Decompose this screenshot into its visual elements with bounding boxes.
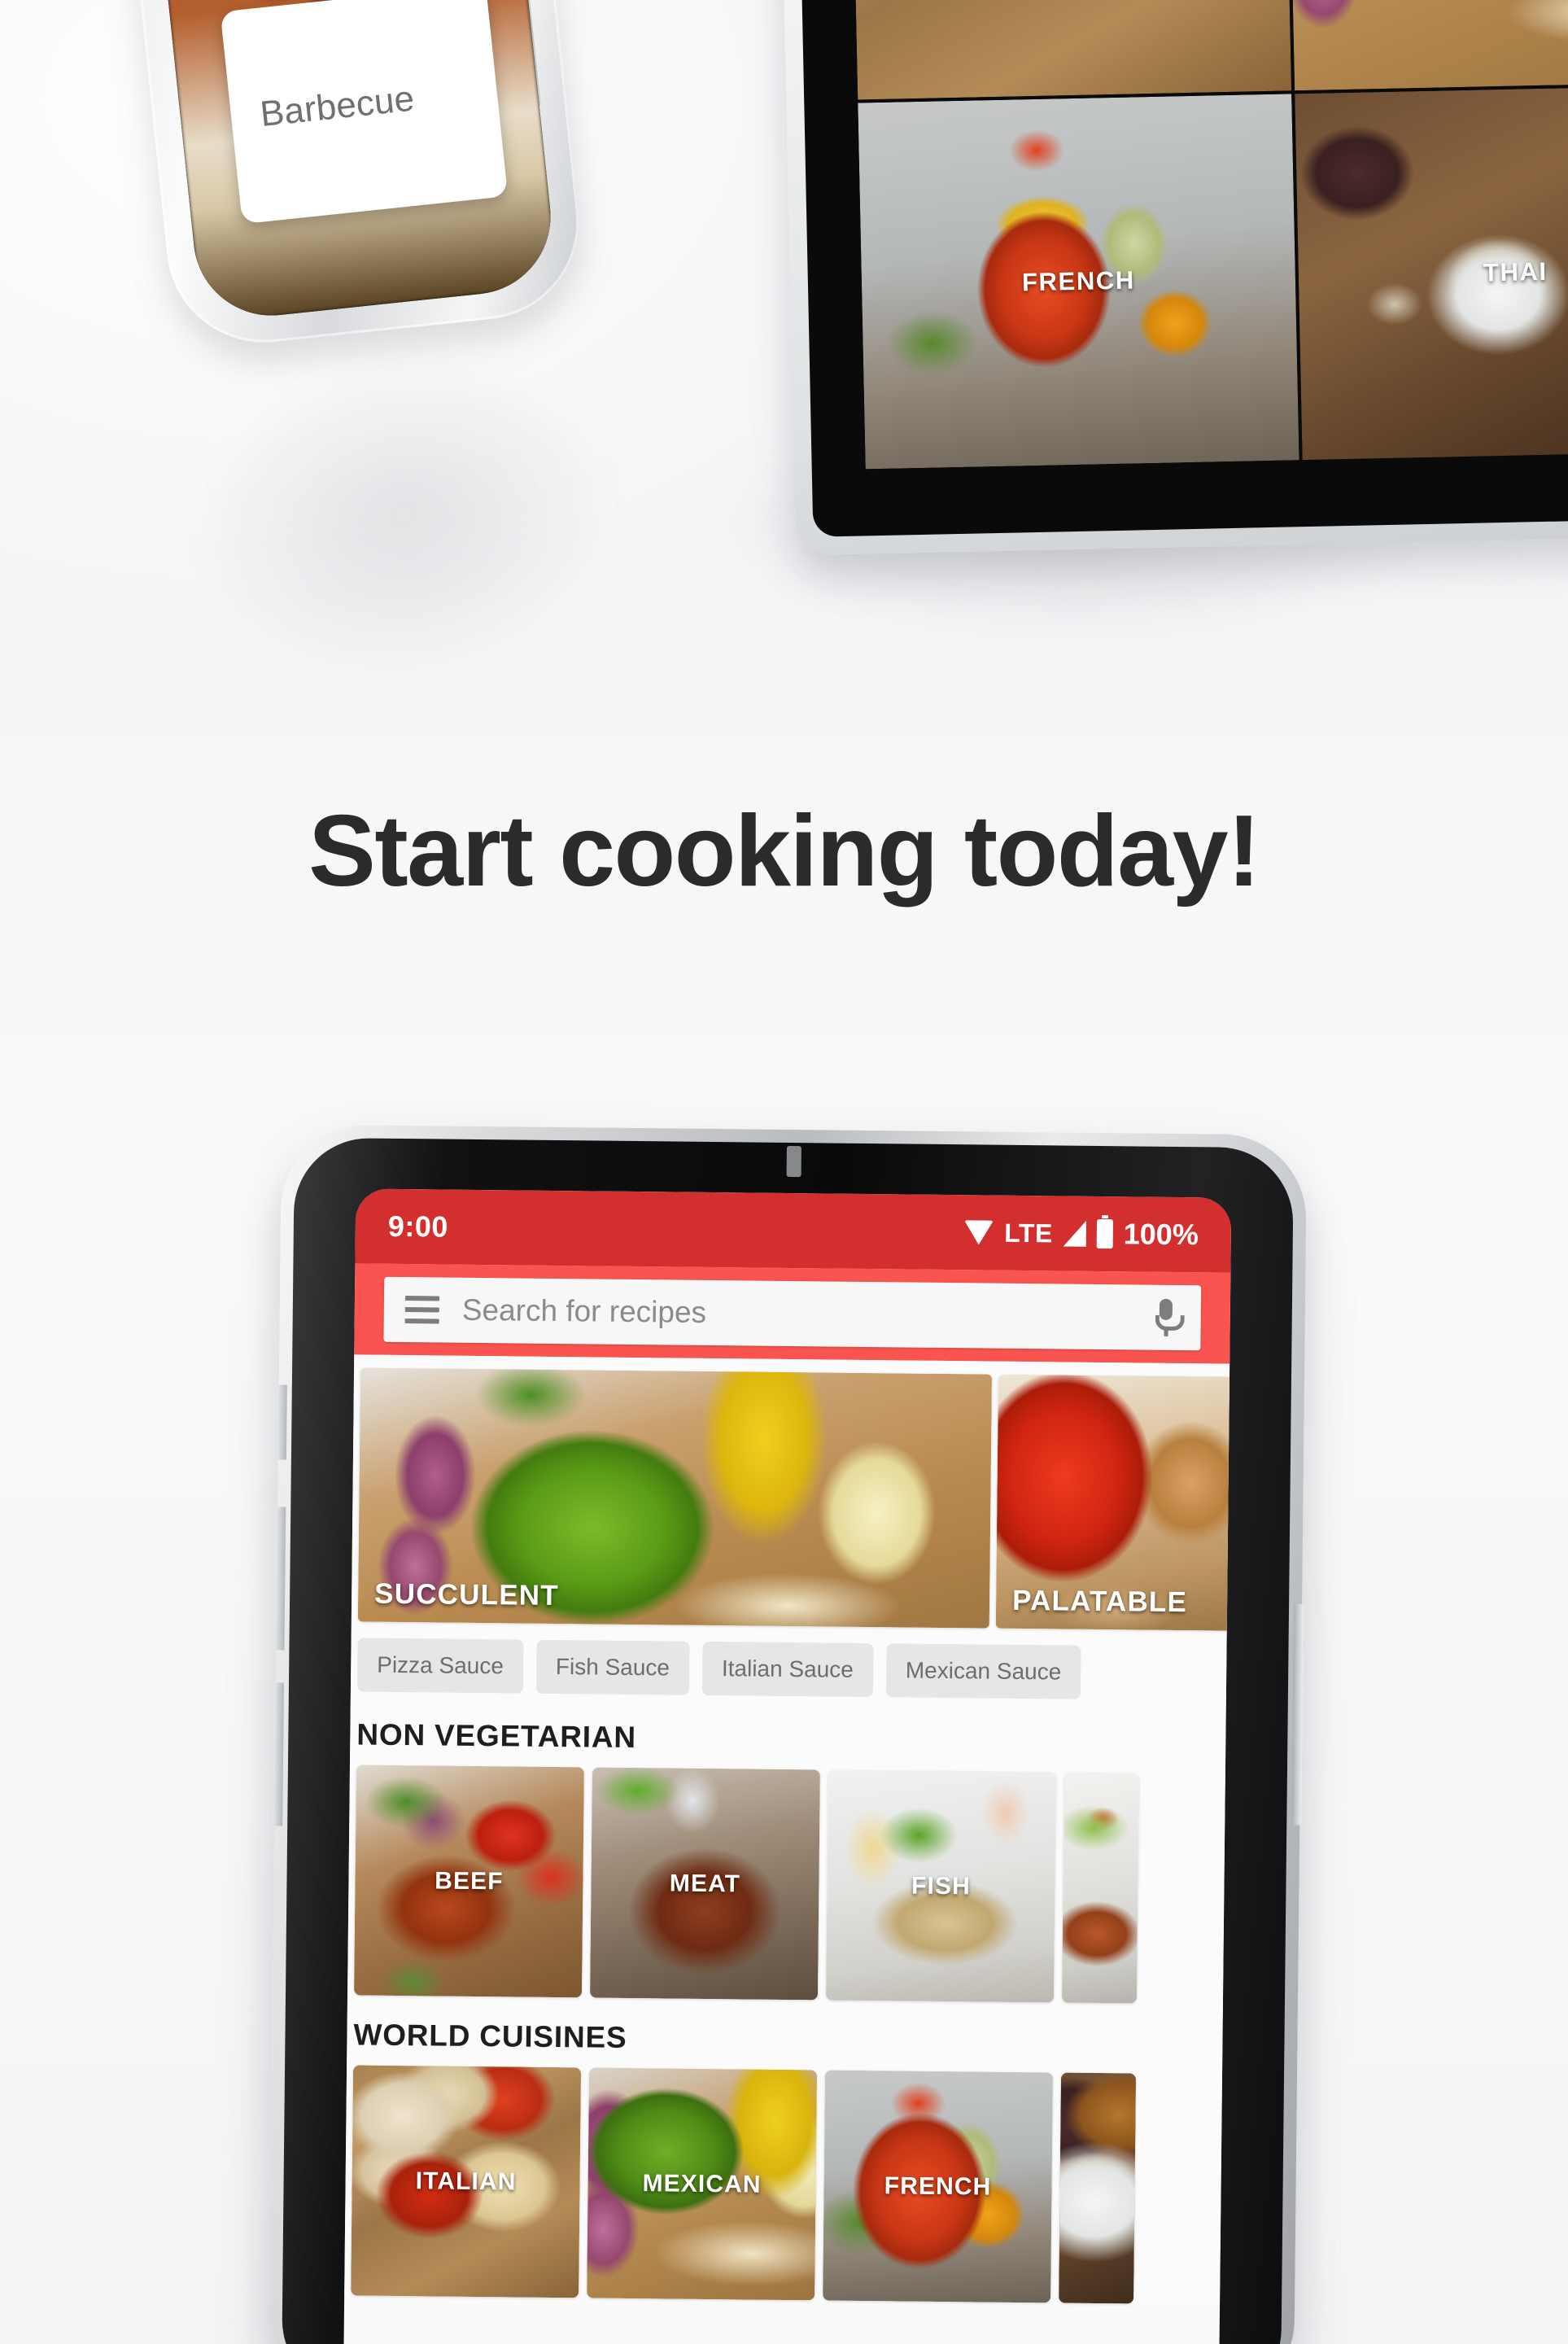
hero-carousel[interactable]: SUCCULENT PALATABLE (352, 1354, 1232, 1631)
watch-recipe-card[interactable]: Barbecue (220, 0, 509, 225)
category-tile-partial[interactable] (1061, 1772, 1139, 2004)
phone-volume-button[interactable] (276, 1384, 287, 1460)
app-content: SUCCULENT PALATABLE Pizza Sauce Fish Sau… (344, 1354, 1232, 2305)
category-tile-label: FRENCH (884, 2171, 992, 2201)
battery-percent-label: 100% (1123, 1217, 1199, 1252)
status-bar-clock: 9:00 (387, 1209, 449, 1244)
category-tile[interactable]: ITALIAN (351, 2065, 582, 2298)
search-input[interactable]: Search for recipes (462, 1293, 1152, 1335)
signal-icon (1063, 1220, 1086, 1247)
tablet-device: ITALIAN MEXICAN FRENCH THAI (778, 0, 1568, 556)
category-tile[interactable]: MEXICAN (587, 2067, 818, 2301)
mexican-photo (1286, 0, 1568, 91)
filter-chip[interactable]: Fish Sauce (535, 1639, 690, 1695)
category-tile[interactable]: MEAT (589, 1767, 820, 2001)
section-title-world-cuisines: WORLD CUISINES (353, 2018, 627, 2054)
hero-card[interactable]: SUCCULENT (357, 1367, 993, 1629)
hero-card-label: PALATABLE (1011, 1584, 1188, 1619)
status-bar: 9:00 LTE 100% (355, 1188, 1232, 1273)
wifi-icon (964, 1220, 994, 1245)
phone-volume-down-button[interactable] (273, 1682, 285, 1826)
watch-recipe-title: Barbecue (258, 78, 417, 135)
page-headline: Start cooking today! (308, 795, 1260, 907)
filter-chips[interactable]: Pizza Sauce Fish Sauce Italian Sauce Mex… (351, 1621, 1227, 1703)
search-bar[interactable]: Search for recipes (383, 1276, 1202, 1351)
app-bar: Search for recipes (354, 1263, 1231, 1364)
watch-screen: Barbecue (153, 0, 559, 324)
category-tile[interactable]: BEEF (354, 1765, 584, 1998)
category-tile-label: BEEF (435, 1866, 504, 1895)
microphone-icon[interactable] (1152, 1299, 1180, 1336)
thai-photo (1059, 2072, 1137, 2304)
hero-card-label: SUCCULENT (373, 1577, 560, 1612)
tablet-cuisine-tile[interactable]: MEXICAN (1286, 0, 1568, 91)
filter-chip[interactable]: Mexican Sauce (885, 1643, 1081, 1699)
italian-photo (850, 0, 1292, 100)
status-bar-icons: LTE 100% (964, 1215, 1199, 1252)
phone-earpiece (786, 1145, 801, 1178)
category-tile-label: FISH (911, 1872, 971, 1900)
world-cuisines-tiles[interactable]: ITALIAN MEXICAN FRENCH (344, 2065, 1222, 2304)
category-tile[interactable]: FISH (825, 1769, 1056, 2003)
tablet-body: ITALIAN MEXICAN FRENCH THAI (778, 0, 1568, 556)
category-tile[interactable]: FRENCH (823, 2070, 1054, 2303)
filter-chip[interactable]: Pizza Sauce (356, 1638, 524, 1694)
tablet-cuisine-tile[interactable]: THAI (1295, 85, 1568, 461)
tablet-cuisine-tile[interactable]: ITALIAN (850, 0, 1292, 100)
battery-icon (1096, 1218, 1113, 1249)
non-vegetarian-tiles[interactable]: BEEF MEAT FISH (347, 1765, 1225, 2004)
hero-card[interactable]: PALATABLE (995, 1374, 1232, 1631)
category-tile-label: MEXICAN (642, 2169, 762, 2198)
network-type-label: LTE (1004, 1218, 1053, 1248)
category-tile-partial[interactable] (1059, 2072, 1137, 2304)
section-title-non-vegetarian: NON VEGETARIAN (356, 1717, 637, 1755)
tablet-cuisine-tile[interactable]: FRENCH (858, 94, 1299, 470)
tablet-screen: ITALIAN MEXICAN FRENCH THAI (796, 0, 1568, 537)
phone-device: 9:00 LTE 100% Search for recipes SUCCULE… (268, 1124, 1308, 2344)
tablet-cuisine-grid: ITALIAN MEXICAN FRENCH THAI (850, 0, 1568, 470)
phone-volume-up-button[interactable] (274, 1507, 286, 1651)
skewer-photo (1061, 1772, 1139, 2004)
filter-chip[interactable]: Italian Sauce (701, 1641, 874, 1698)
category-tile-label: ITALIAN (415, 2167, 517, 2196)
phone-screen: 9:00 LTE 100% Search for recipes SUCCULE… (343, 1188, 1232, 2344)
hamburger-menu-icon[interactable] (404, 1296, 440, 1324)
smartwatch-device: Barbecue (67, 0, 632, 438)
category-tile-label: MEAT (669, 1869, 741, 1897)
